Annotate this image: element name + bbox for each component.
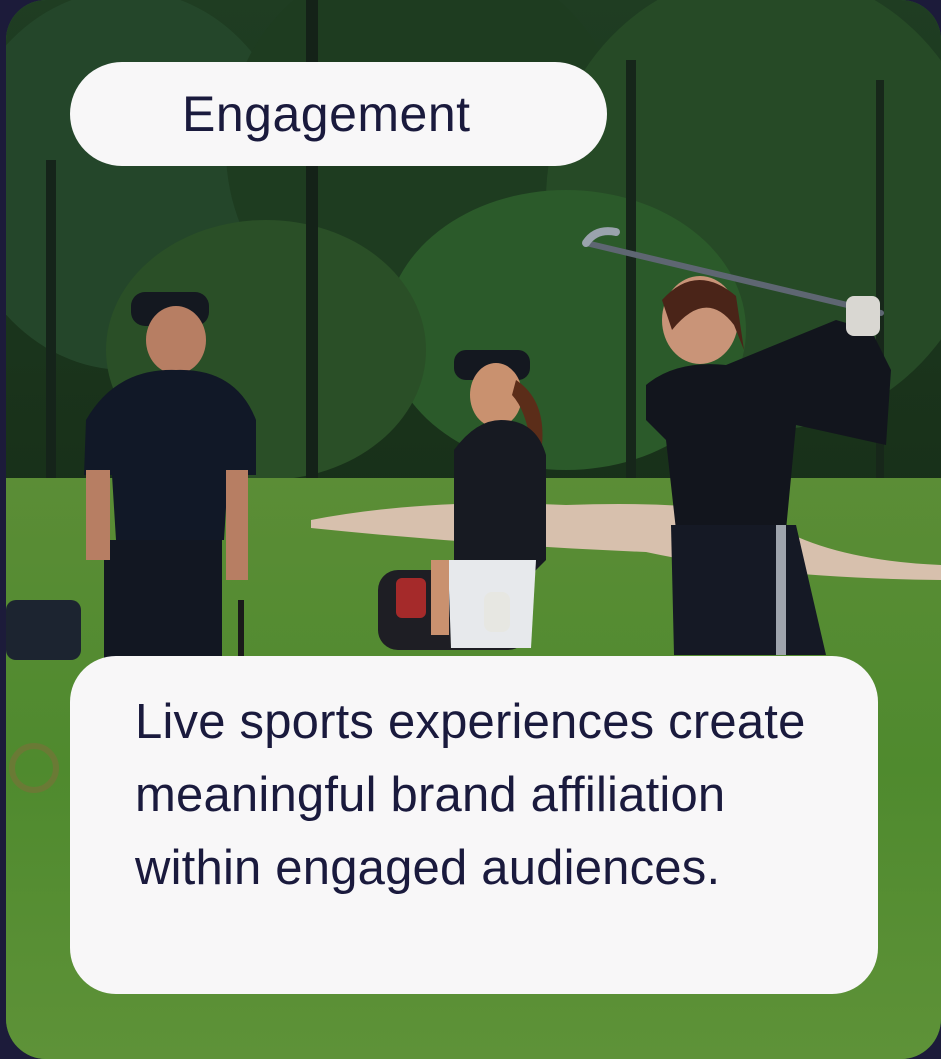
engagement-card: Engagement Live sports experiences creat… — [6, 0, 941, 1059]
engagement-tag: Engagement — [70, 62, 607, 166]
caption-text: Live sports experiences create meaningfu… — [135, 695, 806, 895]
caption-box: Live sports experiences create meaningfu… — [70, 656, 878, 994]
engagement-tag-label: Engagement — [182, 86, 471, 142]
